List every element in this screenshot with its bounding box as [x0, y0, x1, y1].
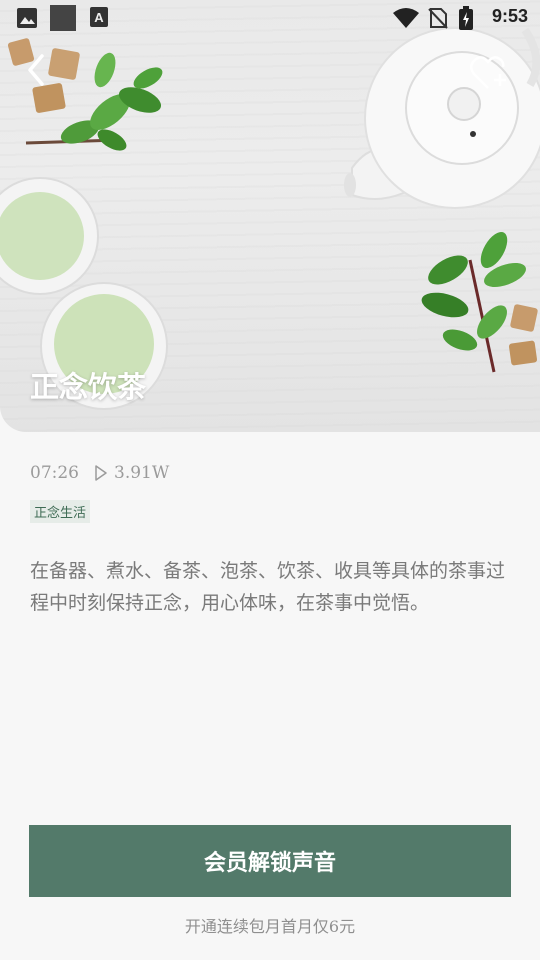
back-button[interactable] [22, 52, 52, 88]
heart-plus-icon [470, 56, 506, 89]
status-bar: A 9:53 [0, 0, 540, 36]
play-count-icon [95, 465, 107, 481]
description-text: 在备器、煮水、备茶、泡茶、饮茶、收具等具体的茶事过程中时刻保持正念，用心体味，在… [30, 560, 506, 614]
status-time: 9:53 [491, 6, 528, 26]
track-meta: 07:26 3.91W [30, 463, 169, 483]
hero-image: A 9:53 正念饮茶 [0, 0, 540, 432]
member-unlock-button[interactable]: 会员解锁声音 [29, 825, 511, 897]
image-icon [17, 8, 37, 28]
duration-text: 07:26 [30, 463, 79, 483]
play-count-text: 3.91W [114, 463, 170, 483]
no-sim-icon [428, 8, 448, 29]
page-title: 正念饮茶 [30, 370, 147, 404]
promo-text: 开通连续包月首月仅6元 [184, 917, 356, 936]
favorite-button[interactable] [470, 54, 510, 92]
chevron-left-icon [28, 54, 44, 86]
wifi-icon [393, 8, 419, 28]
battery-charging-icon [459, 6, 473, 30]
category-tag: 正念生活 [30, 500, 91, 523]
app-square-icon [50, 5, 76, 31]
text-a-icon: A [90, 7, 108, 27]
svg-text:A: A [94, 10, 104, 25]
